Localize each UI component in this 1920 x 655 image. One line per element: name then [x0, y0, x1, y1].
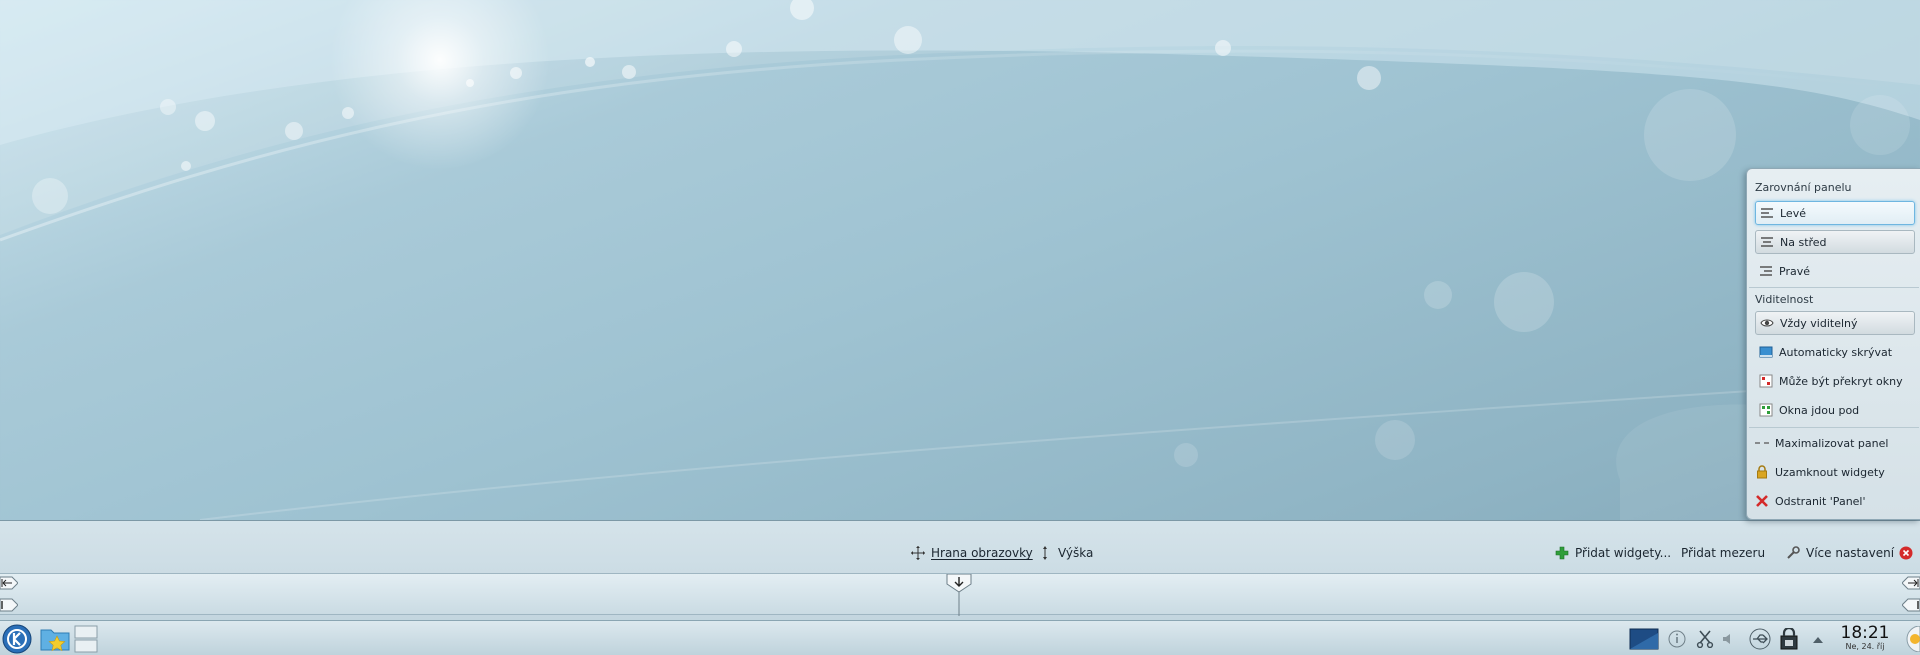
windows-below-icon [1759, 403, 1773, 417]
close-icon [1899, 546, 1913, 560]
align-left-label: Levé [1780, 206, 1806, 220]
maximize-icon [1755, 436, 1769, 450]
right-max-handle[interactable] [1901, 598, 1920, 612]
remove-icon [1755, 494, 1769, 508]
desktop-wallpaper [0, 0, 1920, 520]
screen-edge-label: Hrana obrazovky [931, 546, 1033, 560]
windows-go-below-option[interactable]: Okna jdou pod [1755, 398, 1915, 422]
menu-separator [1749, 287, 1919, 288]
vertical-resize-icon [1038, 546, 1052, 560]
digital-clock[interactable]: 18:21 Ne, 24. říj [1836, 621, 1894, 655]
align-center-icon [1760, 235, 1774, 249]
left-min-handle[interactable] [0, 598, 19, 612]
align-center-label: Na střed [1780, 235, 1827, 249]
screen-edge-button[interactable]: Hrana obrazovky [911, 543, 1033, 563]
eye-icon [1760, 316, 1774, 330]
left-offset-handle[interactable] [0, 576, 19, 590]
align-left-option[interactable]: Levé [1755, 201, 1915, 225]
add-plus-icon [1555, 546, 1569, 560]
height-button[interactable]: Výška [1038, 543, 1093, 563]
notifications-button[interactable] [1666, 621, 1688, 655]
application-launcher[interactable] [0, 621, 34, 655]
volume-button[interactable] [1718, 621, 1738, 655]
lock-widgets-label: Uzamknout widgety [1775, 465, 1885, 479]
show-hidden-icons-button[interactable] [1808, 621, 1828, 655]
scissors-icon [1696, 629, 1714, 648]
cashew-icon [1898, 624, 1920, 653]
remove-panel-option[interactable]: Odstranit 'Panel' [1751, 489, 1915, 513]
network-button[interactable] [1776, 621, 1802, 655]
desktop-preview-icon [1629, 628, 1659, 650]
autohide-label: Automaticky skrývat [1779, 345, 1893, 359]
menu-separator [1749, 427, 1919, 428]
panel-context-menu: Zarovnání panelu Levé Na střed Pravé Vid… [1746, 168, 1920, 520]
maximize-panel-label: Maximalizovat panel [1775, 436, 1889, 450]
info-icon [1668, 630, 1686, 648]
clock-time: 18:21 [1840, 623, 1890, 643]
arrow-up-icon [1812, 634, 1824, 644]
usb-icon [1749, 628, 1771, 650]
add-widgets-button[interactable]: Přidat widgety... [1555, 543, 1671, 563]
pager-widget[interactable] [74, 621, 98, 655]
folder-star-icon [39, 624, 71, 654]
desktop-pager-icon [74, 624, 98, 654]
taskbar-panel: 18:21 Ne, 24. říj [0, 620, 1920, 655]
add-widgets-label: Přidat widgety... [1575, 546, 1672, 560]
close-controller-button[interactable] [1899, 543, 1913, 563]
windows-can-cover-label: Může být překryt okny [1779, 374, 1903, 388]
panel-ruler [0, 573, 1920, 616]
add-spacer-label: Přidat mezeru [1681, 546, 1766, 560]
center-handle[interactable] [946, 573, 972, 616]
speaker-icon [1721, 632, 1735, 646]
align-right-icon [1759, 264, 1773, 278]
more-settings-label: Více nastavení [1806, 546, 1895, 560]
autohide-icon [1759, 345, 1773, 359]
lock-icon [1755, 465, 1769, 479]
network-lock-icon [1778, 626, 1800, 650]
devices-button[interactable] [1748, 621, 1772, 655]
remove-panel-label: Odstranit 'Panel' [1775, 494, 1866, 508]
visibility-header: Viditelnost [1755, 293, 1814, 306]
align-right-option[interactable]: Pravé [1755, 259, 1915, 283]
autohide-option[interactable]: Automaticky skrývat [1755, 340, 1915, 364]
windows-cover-icon [1759, 374, 1773, 388]
always-visible-label: Vždy viditelný [1780, 316, 1858, 330]
always-visible-option[interactable]: Vždy viditelný [1755, 311, 1915, 335]
maximize-panel-option[interactable]: Maximalizovat panel [1751, 431, 1915, 455]
panel-controller: Hrana obrazovky Výška Přidat widgety... … [0, 520, 1920, 620]
more-settings-button[interactable]: Více nastavení [1786, 543, 1894, 563]
panel-controller-toolbar: Hrana obrazovky Výška Přidat widgety... … [0, 521, 1920, 573]
show-desktop-button[interactable] [1628, 621, 1660, 655]
add-spacer-button[interactable]: Přidat mezeru [1681, 543, 1765, 563]
lock-widgets-option[interactable]: Uzamknout widgety [1751, 460, 1915, 484]
kde-logo-icon [2, 624, 32, 654]
windows-can-cover-option[interactable]: Může být překryt okny [1755, 369, 1915, 393]
height-label: Výška [1058, 546, 1094, 560]
alignment-header: Zarovnání panelu [1755, 181, 1852, 194]
clipboard-button[interactable] [1694, 621, 1716, 655]
align-left-icon [1760, 206, 1774, 220]
panel-toolbox-button[interactable] [1898, 621, 1920, 655]
favorites-folder-button[interactable] [38, 621, 72, 655]
align-center-option[interactable]: Na střed [1755, 230, 1915, 254]
clock-date: Ne, 24. říj [1845, 642, 1885, 651]
right-offset-handle[interactable] [1901, 576, 1920, 590]
windows-go-below-label: Okna jdou pod [1779, 403, 1860, 417]
move-cross-icon [911, 546, 925, 560]
align-right-label: Pravé [1779, 264, 1810, 278]
wrench-icon [1786, 546, 1800, 560]
